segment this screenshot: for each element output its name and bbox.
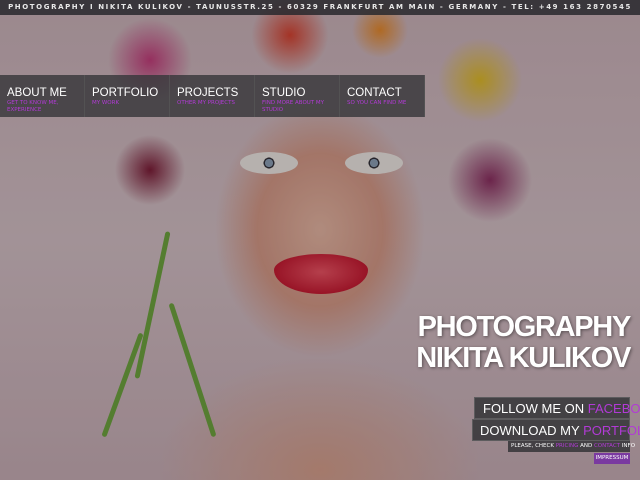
hero-title: PHOTOGRAPHY NIKITA KULIKOV: [416, 311, 632, 374]
nav-item-portfolio[interactable]: PORTFOLIO MY WORK: [85, 75, 170, 117]
nav-label: PROJECTS: [177, 87, 239, 99]
impressum-link[interactable]: IMPRESSUM: [594, 453, 630, 464]
hero-title-line1: PHOTOGRAPHY: [417, 311, 632, 343]
note-suffix: INFO: [621, 443, 636, 449]
main-nav: ABOUT ME GET TO KNOW ME, EXPERIENCE PORT…: [0, 75, 425, 117]
portfolio-link[interactable]: PORTFOLIO: [583, 423, 640, 438]
download-prefix: DOWNLOAD MY: [480, 423, 580, 438]
pricing-contact-note: PLEASE, CHECK PRICING AND CONTACT INFO: [508, 441, 635, 452]
follow-facebook-button[interactable]: FOLLOW ME ON FACEBOOK: [474, 397, 640, 419]
pricing-link[interactable]: PRICING: [556, 443, 579, 449]
contact-link[interactable]: CONTACT: [594, 443, 620, 449]
nav-sublabel: SO YOU CAN FIND ME: [347, 100, 407, 106]
nav-sublabel: GET TO KNOW ME, EXPERIENCE: [7, 100, 59, 113]
nav-sublabel: MY WORK: [92, 100, 120, 106]
nav-item-studio[interactable]: STUDIO FIND MORE ABOUT MY STUDIO: [255, 75, 340, 117]
download-portfolio-button[interactable]: DOWNLOAD MY PORTFOLIO: [472, 419, 640, 441]
nav-sublabel: FIND MORE ABOUT MY STUDIO: [262, 100, 325, 113]
nav-label: ABOUT ME: [7, 87, 67, 99]
follow-prefix: FOLLOW ME ON: [483, 401, 585, 416]
nav-label: PORTFOLIO: [92, 87, 159, 99]
note-prefix: PLEASE, CHECK: [511, 443, 554, 449]
nav-label: STUDIO: [262, 87, 306, 99]
note-middle: AND: [580, 443, 593, 449]
nav-label: CONTACT: [347, 87, 402, 99]
nav-item-about-me[interactable]: ABOUT ME GET TO KNOW ME, EXPERIENCE: [0, 75, 85, 117]
nav-sublabel: OTHER MY PROJECTS: [177, 100, 235, 106]
nav-item-projects[interactable]: PROJECTS OTHER MY PROJECTS: [170, 75, 255, 117]
top-info-bar: PHOTOGRAPHY I NIKITA KULIKOV - TAUNUSSTR…: [0, 0, 640, 15]
nav-item-contact[interactable]: CONTACT SO YOU CAN FIND ME: [340, 75, 425, 117]
hero-title-line2: NIKITA KULIKOV: [416, 342, 631, 374]
facebook-link[interactable]: FACEBOOK: [588, 401, 640, 416]
